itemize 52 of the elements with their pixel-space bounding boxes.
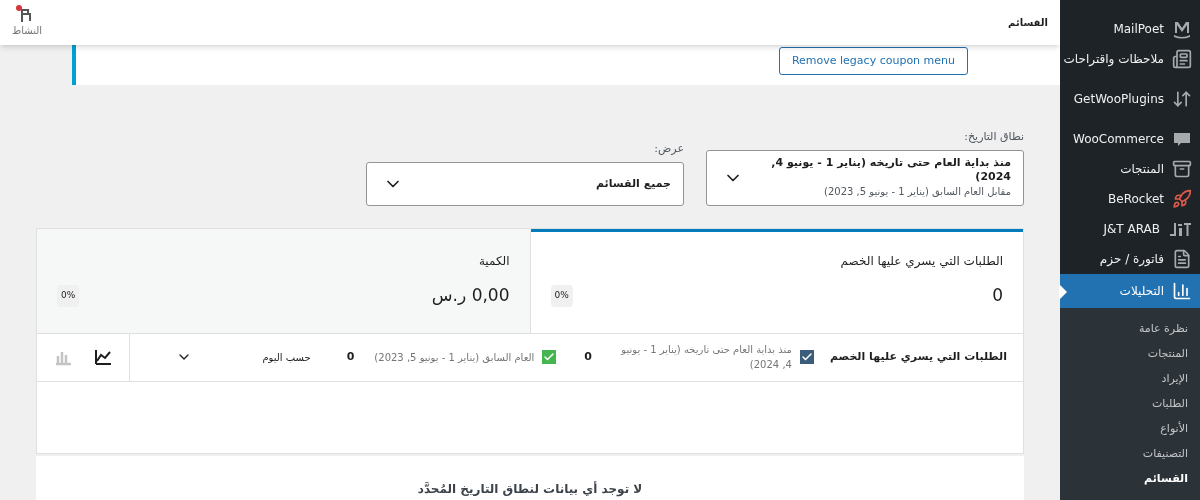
filter-label: نطاق التاريخ:: [963, 129, 1024, 145]
legend-checkbox[interactable]: [542, 350, 557, 364]
sidebar-item[interactable]: ملاحظات واقتراحات: [1060, 44, 1200, 74]
filter-dropdown[interactable]: جميع القسائم: [366, 161, 684, 206]
sidebar-item[interactable]: WooCommerce: [1060, 124, 1200, 154]
dropdown-value: جميع القسائم: [595, 176, 671, 191]
bar-chart-icon: [1172, 281, 1192, 301]
delta-badge: 0%: [57, 285, 80, 307]
line-chart-icon: [93, 347, 113, 367]
interval-dropdown[interactable]: حسب اليوم: [164, 349, 311, 365]
sidebar-item[interactable]: فاتورة / حزم: [1060, 244, 1200, 274]
submenu-item[interactable]: القسائم: [1060, 466, 1200, 491]
legend-checkbox[interactable]: [799, 350, 814, 364]
sidebar-item[interactable]: GetWooPlugins: [1060, 84, 1200, 114]
legend-label: منذ بداية العام حتى تاريخه (يناير 1 - يونيو 4, 2024): [619, 343, 792, 372]
empty-message: لا توجد أي بيانات لنطاق التاريخ المُحدَّد: [417, 480, 643, 498]
summary-value: 0: [992, 284, 1003, 307]
filter-label: عرض:: [653, 141, 684, 157]
submenu-item[interactable]: الإيراد: [1060, 366, 1200, 391]
legend-value: 0: [584, 348, 592, 365]
check-icon: [543, 351, 556, 363]
summary-label: الكمية: [477, 252, 510, 270]
submenu-item[interactable]: الأنواع: [1060, 416, 1200, 441]
dropdown-subtext: مقابل العام السابق (يناير 1 - يونيو 5, 2023): [823, 185, 1011, 199]
archive-icon: [1172, 159, 1192, 179]
submenu-item[interactable]: الطلبات: [1060, 391, 1200, 416]
sidebar-item[interactable]: المنتجات: [1060, 154, 1200, 184]
letter-m-icon: [1172, 19, 1192, 39]
pointer-icon: [1059, 284, 1067, 300]
submenu-item[interactable]: التصنيفات: [1060, 441, 1200, 466]
sidebar-item[interactable]: التحليلات: [1060, 274, 1200, 308]
check-icon: [800, 351, 813, 363]
document-icon: [1172, 249, 1192, 269]
submenu-item[interactable]: نظرة عامة: [1060, 316, 1200, 341]
submenu-item[interactable]: المنتجات: [1060, 341, 1200, 366]
sidebar-item[interactable]: MailPoet: [1060, 14, 1200, 44]
chart-title: الطلبات التي يسري عليها الخصم: [828, 348, 1008, 365]
legend-label: العام السابق (يناير 1 - يونيو 5, 2023): [374, 350, 535, 365]
rocket-icon: [1172, 189, 1192, 209]
page-title: القسائم: [1008, 16, 1048, 30]
dropdown-value: منذ بداية العام حتى تاريخه (يناير 1 - يونيو 4, 2024): [770, 156, 1011, 184]
summary-label: الطلبات التي يسري عليها الخصم: [839, 252, 1003, 270]
activity-button[interactable]: النشاط: [12, 7, 43, 38]
sidebar-item[interactable]: J&T ARAB: [1060, 214, 1200, 244]
legend-value: 0: [346, 348, 355, 365]
remove-coupon-menu-button[interactable]: Remove legacy coupon menu: [778, 47, 968, 75]
filter-dropdown[interactable]: منذ بداية العام حتى تاريخه (يناير 1 - يونيو 4, 2024) مقابل العام السابق (يناير 1 - يونيو 5, 2023): [706, 149, 1024, 206]
sort-icon: [1172, 89, 1192, 109]
delta-badge: 0%: [550, 285, 573, 307]
newspaper-icon: [1172, 49, 1192, 69]
sidebar-item[interactable]: BeRocket: [1060, 184, 1200, 214]
summary-value: 0,00 ر.س: [431, 284, 510, 307]
